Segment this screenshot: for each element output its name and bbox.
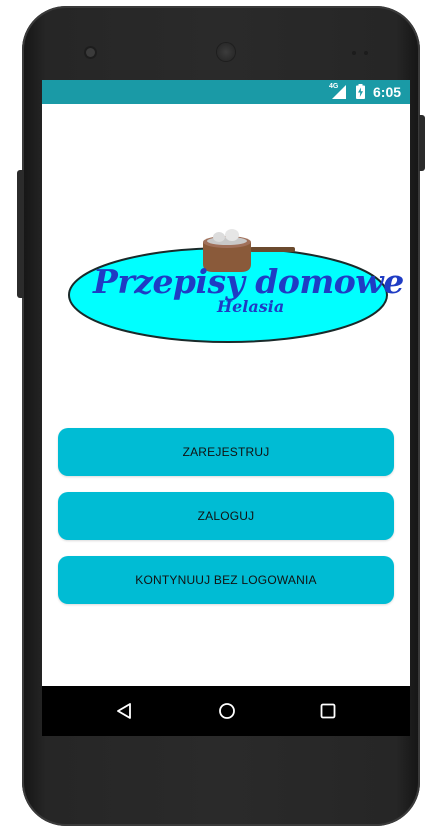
proximity-sensor — [352, 51, 356, 55]
register-button[interactable]: ZAREJESTRUJ — [58, 428, 394, 476]
power-button — [419, 115, 425, 171]
logo-subtitle: Helasia — [217, 297, 285, 316]
continue-without-login-button[interactable]: KONTYNUUJ BEZ LOGOWANIA — [58, 556, 394, 604]
logo-title: Przepisy domowe — [93, 262, 404, 301]
home-icon[interactable] — [218, 702, 236, 720]
login-button[interactable]: ZALOGUJ — [58, 492, 394, 540]
status-bar: 4G 6:05 — [42, 80, 410, 104]
app-screen: 4G 6:05 Przepisy domowe Helasia ZAREJEST… — [42, 80, 410, 736]
back-icon[interactable] — [115, 702, 133, 720]
earpiece-speaker — [217, 43, 235, 61]
app-logo: Przepisy domowe Helasia — [67, 220, 404, 345]
battery-charging-icon — [356, 84, 365, 99]
navigation-bar — [42, 686, 410, 736]
status-time: 6:05 — [373, 84, 402, 100]
volume-button — [17, 170, 24, 298]
recent-apps-icon[interactable] — [320, 703, 336, 719]
signal-icon — [332, 85, 346, 99]
front-camera — [86, 48, 95, 57]
light-sensor — [364, 51, 368, 55]
